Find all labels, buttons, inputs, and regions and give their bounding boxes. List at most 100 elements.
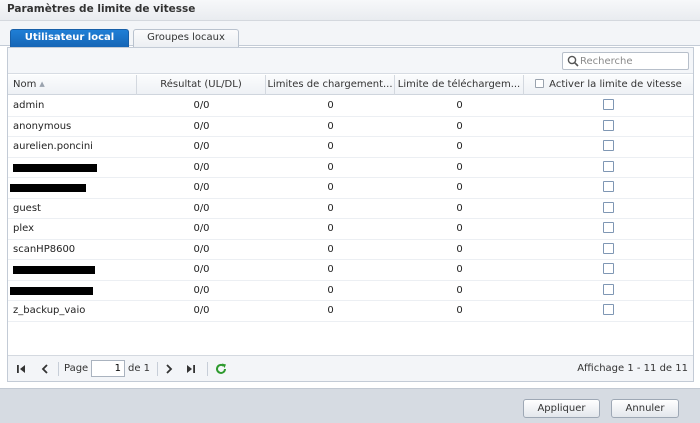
refresh-icon[interactable]	[214, 362, 228, 376]
sort-ascending-icon: ▲	[39, 80, 45, 88]
row-upload-limit: 0	[327, 305, 334, 316]
column-header-name[interactable]: Nom ▲	[8, 75, 137, 95]
enable-limit-checkbox[interactable]	[603, 140, 614, 151]
row-result: 0/0	[193, 182, 210, 193]
row-enable-cell	[524, 137, 693, 157]
column-header-upload-limit[interactable]: Limites de chargement...	[266, 75, 395, 95]
search-icon	[567, 55, 579, 67]
row-download-limit: 0	[456, 305, 463, 316]
search-input[interactable]	[580, 54, 684, 68]
row-result: 0/0	[193, 223, 210, 234]
row-upload-limit: 0	[327, 223, 334, 234]
row-download-limit: 0	[456, 100, 463, 111]
row-name: plex	[13, 223, 35, 234]
enable-limit-checkbox[interactable]	[603, 263, 614, 274]
users-panel: Nom▲ Résultat (UL/DL) Limites de chargem…	[7, 47, 694, 382]
enable-limit-checkbox[interactable]	[603, 119, 614, 131]
row-name: z_backup_vaio	[13, 305, 86, 316]
next-page-icon[interactable]	[162, 362, 176, 376]
row-name: aurelien.poncini	[13, 141, 93, 152]
table-row[interactable]: scanHP8600 0/0 0 0	[8, 240, 693, 260]
table-row[interactable]: aurelien.poncini 0/0 0 0	[8, 137, 693, 158]
dialog-footer: Appliquer Annuler	[0, 388, 700, 423]
row-upload-limit: 0	[327, 243, 334, 255]
row-name: guest	[13, 202, 41, 214]
grid-toolbar	[8, 48, 693, 74]
row-enable-cell	[524, 199, 693, 219]
row-result: 0/0	[193, 284, 210, 296]
redacted-username	[13, 163, 97, 172]
row-upload-limit: 0	[327, 161, 334, 173]
pager-separator	[207, 362, 208, 376]
pager-separator	[58, 362, 59, 376]
column-header-download-limit[interactable]: Limite de téléchargem...	[395, 75, 524, 95]
row-download-limit: 0	[456, 223, 463, 234]
row-enable-cell	[524, 260, 693, 280]
tab-local-user[interactable]: Utilisateur local	[10, 29, 129, 47]
table-row[interactable]: plex 0/0 0 0	[8, 219, 693, 240]
row-enable-cell	[524, 158, 693, 178]
enable-limit-checkbox[interactable]	[603, 201, 614, 213]
row-upload-limit: 0	[327, 141, 334, 152]
row-result: 0/0	[193, 305, 210, 316]
row-result: 0/0	[193, 161, 210, 173]
row-enable-cell	[524, 117, 693, 137]
row-name: admin	[13, 100, 45, 111]
redacted-username	[13, 266, 95, 274]
row-result: 0/0	[193, 202, 210, 214]
row-download-limit: 0	[456, 284, 463, 296]
page-number-input[interactable]	[91, 360, 125, 377]
row-result: 0/0	[193, 100, 210, 111]
apply-button[interactable]: Appliquer	[523, 399, 600, 418]
search-box[interactable]	[562, 52, 689, 70]
row-download-limit: 0	[456, 202, 463, 214]
page-of-label: de 1	[128, 363, 151, 374]
select-all-checkbox[interactable]	[535, 79, 545, 88]
table-row[interactable]: guest 0/0 0 0	[8, 199, 693, 219]
cancel-button[interactable]: Annuler	[611, 399, 679, 418]
row-result: 0/0	[193, 141, 210, 152]
column-header-result[interactable]: Résultat (UL/DL)	[137, 75, 266, 95]
enable-limit-checkbox[interactable]	[603, 99, 614, 110]
redacted-username	[10, 184, 86, 192]
row-upload-limit: 0	[327, 120, 334, 132]
row-download-limit: 0	[456, 264, 463, 275]
table-row[interactable]: 0/0 0 0	[8, 260, 693, 281]
last-page-icon[interactable]	[184, 362, 198, 376]
pagination-bar: Page de 1 Affichage 1 - 11 de 11	[8, 355, 693, 381]
table-row[interactable]: 0/0 0 0	[8, 178, 693, 199]
enable-limit-checkbox[interactable]	[603, 283, 614, 295]
enable-limit-checkbox[interactable]	[603, 222, 614, 233]
enable-limit-checkbox[interactable]	[603, 242, 614, 254]
tab-local-groups[interactable]: Groupes locaux	[133, 29, 239, 47]
enable-limit-checkbox[interactable]	[603, 304, 614, 315]
table-row[interactable]: anonymous 0/0 0 0	[8, 117, 693, 137]
row-enable-cell	[524, 281, 693, 301]
row-result: 0/0	[193, 120, 210, 132]
column-header-enable-limit[interactable]: Activer la limite de vitesse	[524, 75, 693, 95]
row-upload-limit: 0	[327, 182, 334, 193]
enable-limit-checkbox[interactable]	[603, 160, 614, 172]
first-page-icon[interactable]	[14, 362, 28, 376]
row-enable-cell	[524, 219, 693, 239]
row-enable-cell	[524, 301, 693, 321]
previous-page-icon[interactable]	[38, 362, 52, 376]
row-enable-cell	[524, 240, 693, 260]
row-upload-limit: 0	[327, 284, 334, 296]
enable-limit-checkbox[interactable]	[603, 181, 614, 192]
row-upload-limit: 0	[327, 100, 334, 111]
pager-separator	[157, 362, 158, 376]
table-row[interactable]: 0/0 0 0	[8, 158, 693, 178]
row-download-limit: 0	[456, 120, 463, 132]
redacted-username	[10, 286, 93, 295]
row-name: anonymous	[13, 120, 72, 132]
window-titlebar: Paramètres de limite de vitesse	[0, 0, 700, 21]
table-header: Nom ▲ Résultat (UL/DL) Limites de chargem…	[8, 75, 693, 95]
row-upload-limit: 0	[327, 202, 334, 214]
row-result: 0/0	[193, 264, 210, 275]
table-row[interactable]: admin 0/0 0 0	[8, 96, 693, 117]
column-header-enable-label: Activer la limite de vitesse	[549, 79, 682, 90]
tab-bar: Utilisateur local Groupes locaux	[0, 21, 700, 47]
table-row[interactable]: z_backup_vaio 0/0 0 0	[8, 301, 693, 322]
table-row[interactable]: 0/0 0 0	[8, 281, 693, 301]
